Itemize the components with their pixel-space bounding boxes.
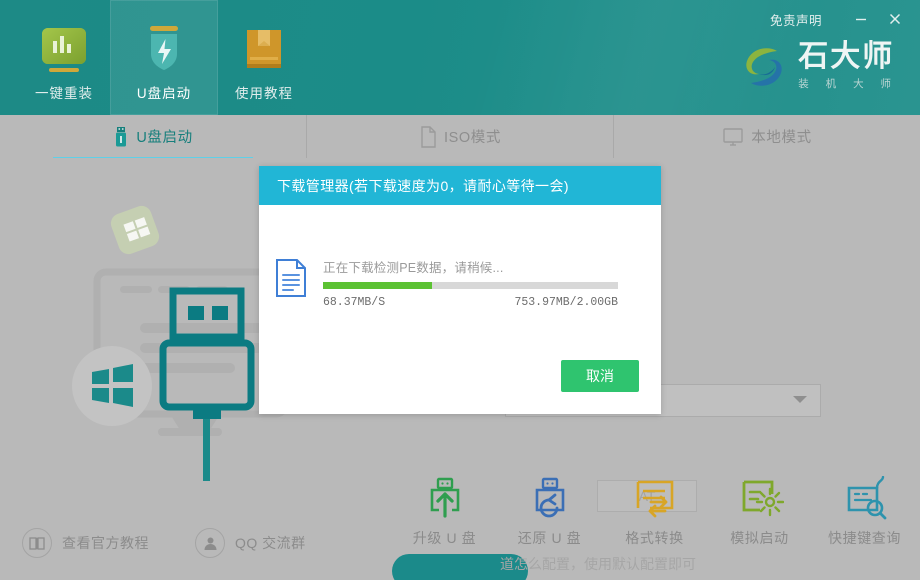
tab-label: U盘启动 bbox=[136, 130, 193, 146]
dialog-body: 正在下载检测PE数据，请稍候... 68.37MB/S 753.97MB/2.0… bbox=[259, 205, 661, 414]
download-info: 正在下载检测PE数据，请稍候... 68.37MB/S 753.97MB/2.0… bbox=[323, 257, 647, 309]
minimize-icon bbox=[856, 18, 866, 21]
close-icon bbox=[889, 13, 901, 25]
nav-item-tutorial[interactable]: 使用教程 bbox=[218, 0, 310, 115]
brand-subtitle: 装 机 大 师 bbox=[798, 78, 898, 90]
cancel-button[interactable]: 取消 bbox=[561, 360, 639, 392]
usb-drive-icon bbox=[116, 126, 127, 146]
tool-label: 模拟启动 bbox=[730, 530, 789, 546]
download-status-text: 正在下载检测PE数据，请稍候... bbox=[323, 261, 504, 275]
nav-item-usb-boot[interactable]: U盘启动 bbox=[110, 0, 218, 115]
tab-usb-boot[interactable]: U盘启动 bbox=[0, 115, 307, 158]
link-official-tutorial[interactable]: 查看官方教程 bbox=[22, 528, 149, 558]
dialog-title: 下载管理器(若下载速度为0，请耐心等待一会) bbox=[259, 166, 661, 205]
chart-bars-icon bbox=[38, 22, 90, 78]
tool-format-convert[interactable]: 格式转换 bbox=[602, 470, 707, 548]
footer: 升级 U 盘 还原 U 盘 格式转换 模拟启动 快捷键查询 查看官方教程 QQ … bbox=[0, 462, 920, 580]
app-window: 免责声明 一键重装 U盘启动 使用教程 石大师 装 机 大 师 U盘启动 ISO… bbox=[0, 0, 920, 580]
brand-name: 石大师 bbox=[798, 40, 895, 73]
close-button[interactable] bbox=[878, 6, 912, 32]
download-manager-dialog: 下载管理器(若下载速度为0，请耐心等待一会) 正在下载检测PE数据，请稍候...… bbox=[259, 166, 661, 414]
progress-bar bbox=[323, 282, 618, 289]
link-label: 查看官方教程 bbox=[62, 535, 149, 551]
download-item: 正在下载检测PE数据，请稍候... 68.37MB/S 753.97MB/2.0… bbox=[275, 257, 647, 309]
download-metrics: 68.37MB/S 753.97MB/2.00GB bbox=[323, 296, 618, 309]
tab-label: ISO模式 bbox=[444, 130, 501, 146]
tab-local-mode[interactable]: 本地模式 bbox=[614, 115, 920, 158]
tool-hotkey-search[interactable]: 快捷键查询 bbox=[812, 470, 917, 548]
format-convert-icon bbox=[631, 470, 679, 522]
hotkey-search-icon bbox=[841, 470, 889, 522]
logo-mark-icon bbox=[746, 47, 782, 86]
link-label: QQ 交流群 bbox=[235, 535, 306, 551]
nav-item-label: U盘启动 bbox=[136, 86, 192, 101]
brand-logo: 石大师 装 机 大 师 bbox=[739, 42, 898, 91]
book-icon bbox=[22, 528, 52, 558]
mode-tabbar: U盘启动 ISO模式 本地模式 bbox=[0, 115, 920, 158]
people-icon bbox=[195, 528, 225, 558]
minimize-button[interactable] bbox=[844, 6, 878, 32]
progress-bar-fill bbox=[323, 282, 433, 289]
document-icon bbox=[275, 257, 307, 309]
simulate-boot-icon bbox=[736, 470, 784, 522]
usb-upgrade-icon bbox=[422, 470, 468, 522]
book-bookmark-icon bbox=[238, 22, 290, 78]
monitor-icon bbox=[723, 127, 743, 146]
tool-usb-restore[interactable]: 还原 U 盘 bbox=[497, 470, 602, 548]
chevron-down-icon bbox=[792, 393, 808, 408]
primary-nav: 一键重装 U盘启动 使用教程 bbox=[18, 0, 310, 115]
disclaimer-link[interactable]: 免责声明 bbox=[770, 10, 822, 29]
tool-label: 快捷键查询 bbox=[828, 530, 901, 546]
usb-shield-bolt-icon bbox=[138, 22, 190, 78]
link-qq-group[interactable]: QQ 交流群 bbox=[195, 528, 306, 558]
tool-usb-upgrade[interactable]: 升级 U 盘 bbox=[392, 470, 497, 548]
download-speed: 68.37MB/S bbox=[323, 296, 386, 309]
window-controls: 免责声明 bbox=[770, 6, 912, 32]
nav-item-label: 一键重装 bbox=[35, 86, 93, 101]
nav-item-label: 使用教程 bbox=[235, 86, 293, 101]
tab-label: 本地模式 bbox=[751, 130, 812, 146]
iso-file-icon bbox=[421, 125, 436, 148]
app-header: 免责声明 一键重装 U盘启动 使用教程 石大师 装 机 大 师 bbox=[0, 0, 920, 115]
download-size: 753.97MB/2.00GB bbox=[514, 296, 618, 309]
tool-label: 还原 U 盘 bbox=[517, 530, 582, 546]
tool-label: 格式转换 bbox=[625, 530, 684, 546]
usb-restore-icon bbox=[527, 470, 573, 522]
footer-links: 查看官方教程 QQ 交流群 bbox=[22, 528, 306, 558]
tool-label: 升级 U 盘 bbox=[412, 530, 477, 546]
nav-item-one-key-reinstall[interactable]: 一键重装 bbox=[18, 0, 110, 115]
tab-iso-mode[interactable]: ISO模式 bbox=[307, 115, 614, 158]
tool-simulate-boot[interactable]: 模拟启动 bbox=[707, 470, 812, 548]
tool-shortcuts: 升级 U 盘 还原 U 盘 格式转换 模拟启动 快捷键查询 bbox=[392, 470, 917, 548]
